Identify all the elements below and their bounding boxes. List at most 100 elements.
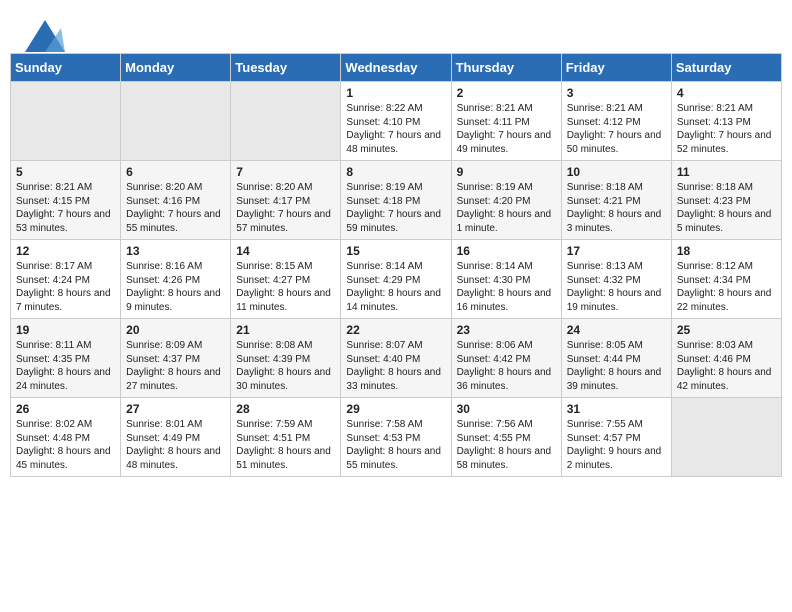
calendar-cell: 25 Sunrise: 8:03 AM Sunset: 4:46 PM Dayli… bbox=[671, 319, 781, 398]
calendar-cell: 23 Sunrise: 8:06 AM Sunset: 4:42 PM Dayli… bbox=[451, 319, 561, 398]
header-friday: Friday bbox=[561, 54, 671, 82]
day-info: Sunrise: 8:06 AM Sunset: 4:42 PM Dayligh… bbox=[457, 339, 556, 393]
calendar-cell: 8 Sunrise: 8:19 AM Sunset: 4:18 PM Daylig… bbox=[341, 161, 451, 240]
day-number: 28 bbox=[236, 402, 335, 416]
day-number: 7 bbox=[236, 165, 335, 179]
day-info: Sunrise: 8:20 AM Sunset: 4:16 PM Dayligh… bbox=[126, 181, 225, 235]
calendar-cell: 28 Sunrise: 7:59 AM Sunset: 4:51 PM Dayli… bbox=[231, 398, 341, 477]
day-number: 31 bbox=[567, 402, 666, 416]
day-number: 25 bbox=[677, 323, 776, 337]
day-info: Sunrise: 8:20 AM Sunset: 4:17 PM Dayligh… bbox=[236, 181, 335, 235]
header-sunday: Sunday bbox=[11, 54, 121, 82]
day-info: Sunrise: 8:18 AM Sunset: 4:23 PM Dayligh… bbox=[677, 181, 776, 235]
calendar-cell: 15 Sunrise: 8:14 AM Sunset: 4:29 PM Dayli… bbox=[341, 240, 451, 319]
header-tuesday: Tuesday bbox=[231, 54, 341, 82]
calendar-cell bbox=[671, 398, 781, 477]
day-number: 9 bbox=[457, 165, 556, 179]
calendar-cell: 6Sunrise: 8:20 AM Sunset: 4:16 PM Daylig… bbox=[121, 161, 231, 240]
calendar-cell: 4 Sunrise: 8:21 AM Sunset: 4:13 PM Daylig… bbox=[671, 82, 781, 161]
day-info: Sunrise: 8:12 AM Sunset: 4:34 PM Dayligh… bbox=[677, 260, 776, 314]
calendar-cell: 18 Sunrise: 8:12 AM Sunset: 4:34 PM Dayli… bbox=[671, 240, 781, 319]
day-info: Sunrise: 7:56 AM Sunset: 4:55 PM Dayligh… bbox=[457, 418, 556, 472]
day-number: 8 bbox=[346, 165, 445, 179]
logo-icon bbox=[25, 20, 61, 48]
day-info: Sunrise: 8:05 AM Sunset: 4:44 PM Dayligh… bbox=[567, 339, 666, 393]
calendar-cell: 14 Sunrise: 8:15 AM Sunset: 4:27 PM Dayli… bbox=[231, 240, 341, 319]
calendar-cell: 9 Sunrise: 8:19 AM Sunset: 4:20 PM Daylig… bbox=[451, 161, 561, 240]
calendar-cell: 12 Sunrise: 8:17 AM Sunset: 4:24 PM Dayli… bbox=[11, 240, 121, 319]
calendar-header: Sunday Monday Tuesday Wednesday Thursday… bbox=[11, 54, 782, 82]
header-monday: Monday bbox=[121, 54, 231, 82]
calendar-cell: 13Sunrise: 8:16 AM Sunset: 4:26 PM Dayli… bbox=[121, 240, 231, 319]
day-info: Sunrise: 8:11 AM Sunset: 4:35 PM Dayligh… bbox=[16, 339, 115, 393]
day-info: Sunrise: 7:58 AM Sunset: 4:53 PM Dayligh… bbox=[346, 418, 445, 472]
calendar-cell: 5Sunrise: 8:21 AM Sunset: 4:15 PM Daylig… bbox=[11, 161, 121, 240]
day-info: Sunrise: 8:13 AM Sunset: 4:32 PM Dayligh… bbox=[567, 260, 666, 314]
day-info: Sunrise: 8:21 AM Sunset: 4:15 PM Dayligh… bbox=[16, 181, 115, 235]
day-info: Sunrise: 8:03 AM Sunset: 4:46 PM Dayligh… bbox=[677, 339, 776, 393]
day-number: 3 bbox=[567, 86, 666, 100]
day-number: 19 bbox=[16, 323, 115, 337]
day-number: 4 bbox=[677, 86, 776, 100]
day-info: Sunrise: 8:19 AM Sunset: 4:20 PM Dayligh… bbox=[457, 181, 556, 235]
calendar-cell bbox=[121, 82, 231, 161]
day-info: Sunrise: 8:08 AM Sunset: 4:39 PM Dayligh… bbox=[236, 339, 335, 393]
day-number: 16 bbox=[457, 244, 556, 258]
header-thursday: Thursday bbox=[451, 54, 561, 82]
calendar-cell: 19 Sunrise: 8:11 AM Sunset: 4:35 PM Dayli… bbox=[11, 319, 121, 398]
day-number: 11 bbox=[677, 165, 776, 179]
calendar-cell bbox=[231, 82, 341, 161]
day-info: Sunrise: 7:59 AM Sunset: 4:51 PM Dayligh… bbox=[236, 418, 335, 472]
header-saturday: Saturday bbox=[671, 54, 781, 82]
calendar-cell: 27 Sunrise: 8:01 AM Sunset: 4:49 PM Dayli… bbox=[121, 398, 231, 477]
calendar-cell: 11 Sunrise: 8:18 AM Sunset: 4:23 PM Dayli… bbox=[671, 161, 781, 240]
day-info: Sunrise: 8:19 AM Sunset: 4:18 PM Dayligh… bbox=[346, 181, 445, 235]
calendar-cell: 30Sunrise: 7:56 AM Sunset: 4:55 PM Dayli… bbox=[451, 398, 561, 477]
calendar-cell: 7 Sunrise: 8:20 AM Sunset: 4:17 PM Daylig… bbox=[231, 161, 341, 240]
day-number: 27 bbox=[126, 402, 225, 416]
calendar-week-row: 5Sunrise: 8:21 AM Sunset: 4:15 PM Daylig… bbox=[11, 161, 782, 240]
day-number: 18 bbox=[677, 244, 776, 258]
day-info: Sunrise: 8:14 AM Sunset: 4:29 PM Dayligh… bbox=[346, 260, 445, 314]
day-number: 12 bbox=[16, 244, 115, 258]
day-info: Sunrise: 8:07 AM Sunset: 4:40 PM Dayligh… bbox=[346, 339, 445, 393]
calendar-week-row: 12 Sunrise: 8:17 AM Sunset: 4:24 PM Dayli… bbox=[11, 240, 782, 319]
calendar-cell: 17Sunrise: 8:13 AM Sunset: 4:32 PM Dayli… bbox=[561, 240, 671, 319]
day-number: 24 bbox=[567, 323, 666, 337]
day-info: Sunrise: 8:09 AM Sunset: 4:37 PM Dayligh… bbox=[126, 339, 225, 393]
calendar-cell: 29 Sunrise: 7:58 AM Sunset: 4:53 PM Dayli… bbox=[341, 398, 451, 477]
calendar-week-row: 26 Sunrise: 8:02 AM Sunset: 4:48 PM Dayli… bbox=[11, 398, 782, 477]
day-number: 22 bbox=[346, 323, 445, 337]
header-wednesday: Wednesday bbox=[341, 54, 451, 82]
day-number: 2 bbox=[457, 86, 556, 100]
calendar-cell: 10Sunrise: 8:18 AM Sunset: 4:21 PM Dayli… bbox=[561, 161, 671, 240]
day-info: Sunrise: 8:16 AM Sunset: 4:26 PM Dayligh… bbox=[126, 260, 225, 314]
calendar-cell: 22 Sunrise: 8:07 AM Sunset: 4:40 PM Dayli… bbox=[341, 319, 451, 398]
day-number: 20 bbox=[126, 323, 225, 337]
day-number: 23 bbox=[457, 323, 556, 337]
calendar-cell: 3 Sunrise: 8:21 AM Sunset: 4:12 PM Daylig… bbox=[561, 82, 671, 161]
day-number: 14 bbox=[236, 244, 335, 258]
day-number: 15 bbox=[346, 244, 445, 258]
day-info: Sunrise: 8:15 AM Sunset: 4:27 PM Dayligh… bbox=[236, 260, 335, 314]
day-number: 29 bbox=[346, 402, 445, 416]
calendar-week-row: 19 Sunrise: 8:11 AM Sunset: 4:35 PM Dayli… bbox=[11, 319, 782, 398]
day-number: 10 bbox=[567, 165, 666, 179]
day-info: Sunrise: 8:14 AM Sunset: 4:30 PM Dayligh… bbox=[457, 260, 556, 314]
day-info: Sunrise: 8:01 AM Sunset: 4:49 PM Dayligh… bbox=[126, 418, 225, 472]
day-info: Sunrise: 8:21 AM Sunset: 4:13 PM Dayligh… bbox=[677, 102, 776, 156]
calendar-cell: 21Sunrise: 8:08 AM Sunset: 4:39 PM Dayli… bbox=[231, 319, 341, 398]
calendar-cell: 26 Sunrise: 8:02 AM Sunset: 4:48 PM Dayli… bbox=[11, 398, 121, 477]
calendar-cell: 31 Sunrise: 7:55 AM Sunset: 4:57 PM Dayli… bbox=[561, 398, 671, 477]
day-number: 26 bbox=[16, 402, 115, 416]
calendar-cell: 16 Sunrise: 8:14 AM Sunset: 4:30 PM Dayli… bbox=[451, 240, 561, 319]
calendar-cell: 20 Sunrise: 8:09 AM Sunset: 4:37 PM Dayli… bbox=[121, 319, 231, 398]
day-info: Sunrise: 8:22 AM Sunset: 4:10 PM Dayligh… bbox=[346, 102, 445, 156]
calendar-cell bbox=[11, 82, 121, 161]
day-info: Sunrise: 8:02 AM Sunset: 4:48 PM Dayligh… bbox=[16, 418, 115, 472]
day-info: Sunrise: 8:17 AM Sunset: 4:24 PM Dayligh… bbox=[16, 260, 115, 314]
logo bbox=[25, 20, 65, 48]
day-info: Sunrise: 8:21 AM Sunset: 4:12 PM Dayligh… bbox=[567, 102, 666, 156]
day-info: Sunrise: 7:55 AM Sunset: 4:57 PM Dayligh… bbox=[567, 418, 666, 472]
calendar-week-row: 1Sunrise: 8:22 AM Sunset: 4:10 PM Daylig… bbox=[11, 82, 782, 161]
